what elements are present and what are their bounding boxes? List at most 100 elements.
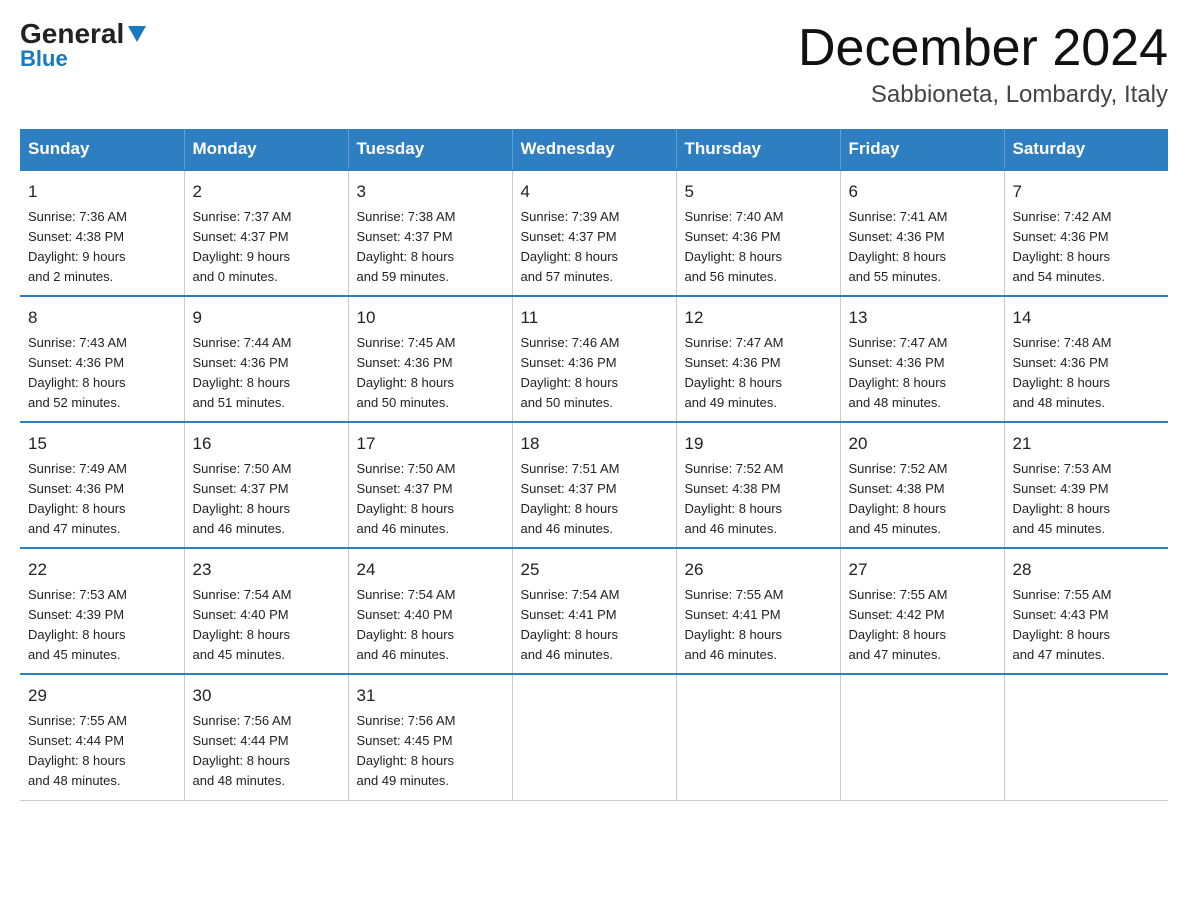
calendar-cell: 24 Sunrise: 7:54 AM Sunset: 4:40 PM Dayl… bbox=[348, 548, 512, 674]
day-info: Sunrise: 7:54 AM Sunset: 4:40 PM Dayligh… bbox=[193, 585, 340, 666]
day-number: 2 bbox=[193, 179, 340, 205]
calendar-cell: 19 Sunrise: 7:52 AM Sunset: 4:38 PM Dayl… bbox=[676, 422, 840, 548]
header-saturday: Saturday bbox=[1004, 129, 1168, 170]
day-info: Sunrise: 7:50 AM Sunset: 4:37 PM Dayligh… bbox=[357, 459, 504, 540]
day-info: Sunrise: 7:42 AM Sunset: 4:36 PM Dayligh… bbox=[1013, 207, 1161, 288]
calendar-week-row: 1 Sunrise: 7:36 AM Sunset: 4:38 PM Dayli… bbox=[20, 170, 1168, 296]
day-number: 23 bbox=[193, 557, 340, 583]
day-info: Sunrise: 7:36 AM Sunset: 4:38 PM Dayligh… bbox=[28, 207, 176, 288]
header-sunday: Sunday bbox=[20, 129, 184, 170]
calendar-cell: 20 Sunrise: 7:52 AM Sunset: 4:38 PM Dayl… bbox=[840, 422, 1004, 548]
calendar-cell: 30 Sunrise: 7:56 AM Sunset: 4:44 PM Dayl… bbox=[184, 674, 348, 800]
header-monday: Monday bbox=[184, 129, 348, 170]
calendar-cell: 29 Sunrise: 7:55 AM Sunset: 4:44 PM Dayl… bbox=[20, 674, 184, 800]
calendar-cell: 21 Sunrise: 7:53 AM Sunset: 4:39 PM Dayl… bbox=[1004, 422, 1168, 548]
calendar-cell: 7 Sunrise: 7:42 AM Sunset: 4:36 PM Dayli… bbox=[1004, 170, 1168, 296]
day-info: Sunrise: 7:53 AM Sunset: 4:39 PM Dayligh… bbox=[1013, 459, 1161, 540]
calendar-cell: 11 Sunrise: 7:46 AM Sunset: 4:36 PM Dayl… bbox=[512, 296, 676, 422]
calendar-cell: 6 Sunrise: 7:41 AM Sunset: 4:36 PM Dayli… bbox=[840, 170, 1004, 296]
day-info: Sunrise: 7:47 AM Sunset: 4:36 PM Dayligh… bbox=[849, 333, 996, 414]
day-number: 16 bbox=[193, 431, 340, 457]
day-number: 13 bbox=[849, 305, 996, 331]
calendar-cell bbox=[1004, 674, 1168, 800]
day-number: 21 bbox=[1013, 431, 1161, 457]
day-info: Sunrise: 7:41 AM Sunset: 4:36 PM Dayligh… bbox=[849, 207, 996, 288]
day-number: 20 bbox=[849, 431, 996, 457]
day-number: 29 bbox=[28, 683, 176, 709]
calendar-cell: 3 Sunrise: 7:38 AM Sunset: 4:37 PM Dayli… bbox=[348, 170, 512, 296]
calendar-cell: 8 Sunrise: 7:43 AM Sunset: 4:36 PM Dayli… bbox=[20, 296, 184, 422]
day-info: Sunrise: 7:49 AM Sunset: 4:36 PM Dayligh… bbox=[28, 459, 176, 540]
day-number: 6 bbox=[849, 179, 996, 205]
day-number: 10 bbox=[357, 305, 504, 331]
calendar-cell bbox=[676, 674, 840, 800]
calendar-cell: 2 Sunrise: 7:37 AM Sunset: 4:37 PM Dayli… bbox=[184, 170, 348, 296]
day-info: Sunrise: 7:48 AM Sunset: 4:36 PM Dayligh… bbox=[1013, 333, 1161, 414]
calendar-week-row: 15 Sunrise: 7:49 AM Sunset: 4:36 PM Dayl… bbox=[20, 422, 1168, 548]
calendar-cell: 17 Sunrise: 7:50 AM Sunset: 4:37 PM Dayl… bbox=[348, 422, 512, 548]
day-info: Sunrise: 7:52 AM Sunset: 4:38 PM Dayligh… bbox=[685, 459, 832, 540]
location-title: Sabbioneta, Lombardy, Italy bbox=[798, 81, 1168, 109]
calendar-cell: 15 Sunrise: 7:49 AM Sunset: 4:36 PM Dayl… bbox=[20, 422, 184, 548]
calendar-cell: 31 Sunrise: 7:56 AM Sunset: 4:45 PM Dayl… bbox=[348, 674, 512, 800]
header-friday: Friday bbox=[840, 129, 1004, 170]
day-info: Sunrise: 7:37 AM Sunset: 4:37 PM Dayligh… bbox=[193, 207, 340, 288]
day-info: Sunrise: 7:55 AM Sunset: 4:41 PM Dayligh… bbox=[685, 585, 832, 666]
calendar-cell: 26 Sunrise: 7:55 AM Sunset: 4:41 PM Dayl… bbox=[676, 548, 840, 674]
calendar-week-row: 22 Sunrise: 7:53 AM Sunset: 4:39 PM Dayl… bbox=[20, 548, 1168, 674]
day-info: Sunrise: 7:46 AM Sunset: 4:36 PM Dayligh… bbox=[521, 333, 668, 414]
calendar-header-row: SundayMondayTuesdayWednesdayThursdayFrid… bbox=[20, 129, 1168, 170]
calendar-cell: 14 Sunrise: 7:48 AM Sunset: 4:36 PM Dayl… bbox=[1004, 296, 1168, 422]
day-number: 27 bbox=[849, 557, 996, 583]
day-number: 15 bbox=[28, 431, 176, 457]
day-number: 3 bbox=[357, 179, 504, 205]
day-number: 8 bbox=[28, 305, 176, 331]
logo-blue: Blue bbox=[20, 46, 68, 72]
calendar-cell: 4 Sunrise: 7:39 AM Sunset: 4:37 PM Dayli… bbox=[512, 170, 676, 296]
header-tuesday: Tuesday bbox=[348, 129, 512, 170]
day-info: Sunrise: 7:47 AM Sunset: 4:36 PM Dayligh… bbox=[685, 333, 832, 414]
day-number: 30 bbox=[193, 683, 340, 709]
day-info: Sunrise: 7:43 AM Sunset: 4:36 PM Dayligh… bbox=[28, 333, 176, 414]
day-number: 7 bbox=[1013, 179, 1161, 205]
day-info: Sunrise: 7:56 AM Sunset: 4:44 PM Dayligh… bbox=[193, 711, 340, 792]
calendar-cell bbox=[840, 674, 1004, 800]
day-info: Sunrise: 7:51 AM Sunset: 4:37 PM Dayligh… bbox=[521, 459, 668, 540]
day-info: Sunrise: 7:50 AM Sunset: 4:37 PM Dayligh… bbox=[193, 459, 340, 540]
calendar-cell: 13 Sunrise: 7:47 AM Sunset: 4:36 PM Dayl… bbox=[840, 296, 1004, 422]
day-number: 11 bbox=[521, 305, 668, 331]
calendar-cell: 1 Sunrise: 7:36 AM Sunset: 4:38 PM Dayli… bbox=[20, 170, 184, 296]
calendar-cell: 18 Sunrise: 7:51 AM Sunset: 4:37 PM Dayl… bbox=[512, 422, 676, 548]
day-number: 17 bbox=[357, 431, 504, 457]
day-number: 22 bbox=[28, 557, 176, 583]
day-number: 28 bbox=[1013, 557, 1161, 583]
day-number: 18 bbox=[521, 431, 668, 457]
calendar-cell: 23 Sunrise: 7:54 AM Sunset: 4:40 PM Dayl… bbox=[184, 548, 348, 674]
day-info: Sunrise: 7:45 AM Sunset: 4:36 PM Dayligh… bbox=[357, 333, 504, 414]
day-info: Sunrise: 7:40 AM Sunset: 4:36 PM Dayligh… bbox=[685, 207, 832, 288]
calendar-cell: 16 Sunrise: 7:50 AM Sunset: 4:37 PM Dayl… bbox=[184, 422, 348, 548]
day-info: Sunrise: 7:53 AM Sunset: 4:39 PM Dayligh… bbox=[28, 585, 176, 666]
calendar-cell: 5 Sunrise: 7:40 AM Sunset: 4:36 PM Dayli… bbox=[676, 170, 840, 296]
day-info: Sunrise: 7:54 AM Sunset: 4:41 PM Dayligh… bbox=[521, 585, 668, 666]
day-info: Sunrise: 7:54 AM Sunset: 4:40 PM Dayligh… bbox=[357, 585, 504, 666]
day-number: 9 bbox=[193, 305, 340, 331]
header-wednesday: Wednesday bbox=[512, 129, 676, 170]
day-info: Sunrise: 7:55 AM Sunset: 4:42 PM Dayligh… bbox=[849, 585, 996, 666]
day-number: 19 bbox=[685, 431, 832, 457]
calendar-cell: 22 Sunrise: 7:53 AM Sunset: 4:39 PM Dayl… bbox=[20, 548, 184, 674]
day-number: 31 bbox=[357, 683, 504, 709]
day-number: 14 bbox=[1013, 305, 1161, 331]
day-info: Sunrise: 7:56 AM Sunset: 4:45 PM Dayligh… bbox=[357, 711, 504, 792]
day-number: 25 bbox=[521, 557, 668, 583]
title-section: December 2024 Sabbioneta, Lombardy, Ital… bbox=[798, 20, 1168, 109]
day-info: Sunrise: 7:52 AM Sunset: 4:38 PM Dayligh… bbox=[849, 459, 996, 540]
month-title: December 2024 bbox=[798, 20, 1168, 77]
header-thursday: Thursday bbox=[676, 129, 840, 170]
calendar-cell bbox=[512, 674, 676, 800]
day-info: Sunrise: 7:39 AM Sunset: 4:37 PM Dayligh… bbox=[521, 207, 668, 288]
calendar-week-row: 8 Sunrise: 7:43 AM Sunset: 4:36 PM Dayli… bbox=[20, 296, 1168, 422]
calendar-cell: 25 Sunrise: 7:54 AM Sunset: 4:41 PM Dayl… bbox=[512, 548, 676, 674]
calendar-cell: 10 Sunrise: 7:45 AM Sunset: 4:36 PM Dayl… bbox=[348, 296, 512, 422]
day-number: 5 bbox=[685, 179, 832, 205]
